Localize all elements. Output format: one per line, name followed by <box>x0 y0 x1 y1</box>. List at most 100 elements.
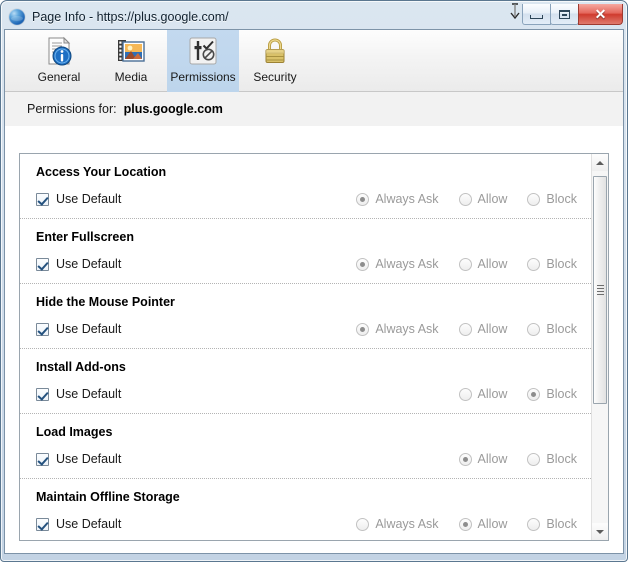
radio-option[interactable]: Allow <box>458 387 508 401</box>
radio-button[interactable] <box>356 257 370 271</box>
radio-label: Block <box>546 387 577 401</box>
padlock-icon <box>259 35 291 67</box>
permissions-list-panel: Access Your Location Use Default Always As… <box>19 153 609 541</box>
tab-media[interactable]: Media <box>95 30 167 92</box>
radio-option[interactable]: Always Ask <box>356 257 439 271</box>
permission-radio-group: Allow Block <box>458 387 577 401</box>
radio-button[interactable] <box>458 257 472 271</box>
radio-button[interactable] <box>458 387 472 401</box>
radio-button[interactable] <box>356 517 370 531</box>
use-default-checkbox[interactable] <box>36 452 49 466</box>
permission-title: Load Images <box>36 425 113 439</box>
radio-option[interactable]: Allow <box>458 322 508 336</box>
minimize-icon <box>530 14 543 19</box>
tab-security[interactable]: Security <box>239 30 311 92</box>
radio-option[interactable]: Block <box>527 387 577 401</box>
radio-label: Allow <box>477 517 508 531</box>
permissions-icon <box>187 35 219 67</box>
tab-permissions-label: Permissions <box>170 70 236 84</box>
radio-label: Block <box>546 517 577 531</box>
radio-button[interactable] <box>458 517 472 531</box>
document-info-icon <box>43 35 75 67</box>
close-icon: ✕ <box>594 6 607 22</box>
use-default-label: Use Default <box>56 517 122 531</box>
radio-button[interactable] <box>527 257 541 271</box>
tab-toolbar: General Media Permissions Security <box>5 30 623 92</box>
radio-option[interactable]: Always Ask <box>356 192 439 206</box>
use-default-checkbox-wrap[interactable]: Use Default <box>36 452 121 466</box>
use-default-checkbox-wrap[interactable]: Use Default <box>36 322 121 336</box>
window-title: Page Info - https://plus.google.com/ <box>32 9 229 24</box>
permission-radio-group: Always Ask Allow Block <box>356 322 577 336</box>
radio-button[interactable] <box>527 517 541 531</box>
scroll-down-button[interactable] <box>592 523 608 540</box>
tab-general[interactable]: General <box>23 30 95 92</box>
radio-button[interactable] <box>527 452 541 466</box>
permission-group: Hide the Mouse Pointer Use Default Always … <box>20 284 591 349</box>
radio-button[interactable] <box>356 322 370 336</box>
scroll-up-button[interactable] <box>592 154 608 171</box>
window-controls: ✕ <box>522 4 623 25</box>
radio-button[interactable] <box>458 452 472 466</box>
use-default-checkbox-wrap[interactable]: Use Default <box>36 192 121 206</box>
radio-option[interactable]: Block <box>527 452 577 466</box>
radio-option[interactable]: Always Ask <box>356 322 439 336</box>
radio-button[interactable] <box>527 387 541 401</box>
title-bar[interactable]: Page Info - https://plus.google.com/ ✕ <box>4 3 624 29</box>
radio-option[interactable]: Allow <box>458 192 508 206</box>
tab-permissions[interactable]: Permissions <box>167 30 239 92</box>
permission-group: Maintain Offline Storage Use Default Alway… <box>20 479 591 540</box>
use-default-checkbox-wrap[interactable]: Use Default <box>36 257 121 271</box>
permission-row: Use Default Always Ask Allow Block <box>36 515 577 533</box>
page-info-window: Page Info - https://plus.google.com/ ✕ G… <box>0 0 628 562</box>
permission-row: Use Default Allow Block <box>36 450 577 468</box>
close-button[interactable]: ✕ <box>578 4 623 25</box>
radio-option[interactable]: Block <box>527 517 577 531</box>
use-default-checkbox[interactable] <box>36 322 49 336</box>
permission-title: Access Your Location <box>36 165 167 179</box>
radio-option[interactable]: Allow <box>458 517 508 531</box>
use-default-checkbox[interactable] <box>36 517 49 531</box>
radio-button[interactable] <box>458 322 472 336</box>
tab-general-label: General <box>37 70 81 84</box>
tab-security-label: Security <box>253 70 297 84</box>
radio-label: Allow <box>477 452 508 466</box>
radio-option[interactable]: Always Ask <box>356 517 439 531</box>
radio-label: Allow <box>477 322 508 336</box>
radio-label: Always Ask <box>375 192 439 206</box>
use-default-checkbox[interactable] <box>36 192 49 206</box>
radio-option[interactable]: Allow <box>458 257 507 271</box>
client-area: General Media Permissions Security Permi… <box>4 29 624 554</box>
maximize-button[interactable] <box>550 4 579 25</box>
radio-option[interactable]: Allow <box>458 452 508 466</box>
scrollbar-thumb[interactable] <box>593 176 607 404</box>
permissions-list: Access Your Location Use Default Always As… <box>20 154 591 540</box>
minimize-button[interactable] <box>522 4 551 25</box>
radio-label: Allow <box>477 192 508 206</box>
radio-option[interactable]: Block <box>527 257 577 271</box>
radio-label: Allow <box>477 387 508 401</box>
use-default-checkbox-wrap[interactable]: Use Default <box>36 387 121 401</box>
radio-label: Block <box>546 192 577 206</box>
radio-button[interactable] <box>527 192 541 206</box>
use-default-checkbox[interactable] <box>36 387 49 401</box>
globe-icon <box>9 8 25 25</box>
radio-button[interactable] <box>458 192 472 206</box>
permission-row: Use Default Always Ask Allow Block <box>36 320 577 338</box>
maximize-icon <box>559 9 570 19</box>
use-default-label: Use Default <box>56 257 122 271</box>
radio-option[interactable]: Block <box>527 192 577 206</box>
radio-button[interactable] <box>527 322 541 336</box>
radio-label: Always Ask <box>375 257 439 271</box>
vertical-scrollbar[interactable] <box>591 154 608 540</box>
radio-option[interactable]: Block <box>527 322 577 336</box>
radio-label: Block <box>546 257 577 271</box>
permission-title: Enter Fullscreen <box>36 230 134 244</box>
radio-label: Block <box>546 322 577 336</box>
radio-button[interactable] <box>356 192 370 206</box>
permission-row: Use Default Allow Block <box>36 385 577 403</box>
scroll-down-arrow-icon <box>596 529 604 534</box>
use-default-checkbox[interactable] <box>36 257 49 271</box>
use-default-checkbox-wrap[interactable]: Use Default <box>36 517 121 531</box>
permissions-for-host: plus.google.com <box>123 102 223 116</box>
